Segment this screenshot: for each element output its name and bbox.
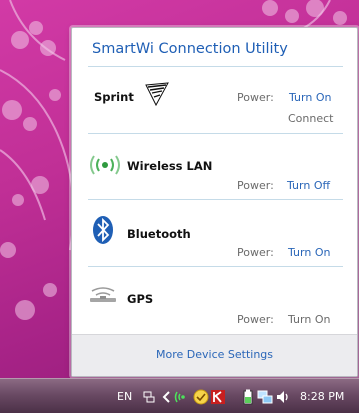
taskbar: EN 8:28 PM [0, 378, 359, 413]
sprint-power-label: Power: [237, 91, 274, 104]
network-icon[interactable] [257, 389, 273, 405]
gps-device-name: GPS [127, 292, 154, 306]
language-indicator[interactable]: EN [117, 390, 132, 403]
bluetooth-separator [88, 266, 343, 267]
smartwi-icon[interactable] [193, 389, 209, 405]
more-device-settings-link[interactable]: More Device Settings [72, 348, 357, 361]
title-separator [88, 66, 343, 67]
bluetooth-device-name: Bluetooth [127, 227, 191, 241]
bluetooth-turn-on-link[interactable]: Turn On [288, 246, 330, 259]
bluetooth-icon [92, 215, 114, 249]
wireless-lan-icon [89, 154, 121, 180]
wireless-signal-icon[interactable] [174, 389, 190, 405]
smartwi-panel: SmartWi Connection Utility Sprint Power:… [71, 27, 358, 377]
sprint-separator [88, 133, 343, 134]
show-hidden-chevron-icon[interactable] [159, 389, 175, 405]
sprint-logo-icon [144, 81, 170, 111]
bluetooth-power-label: Power: [237, 246, 274, 259]
volume-icon[interactable] [275, 389, 291, 405]
gps-turn-on-link[interactable]: Turn On [288, 313, 330, 326]
system-clock[interactable]: 8:28 PM [300, 390, 344, 403]
gps-icon [88, 287, 118, 309]
sprint-device-name: Sprint [94, 90, 134, 104]
wlan-turn-off-link[interactable]: Turn Off [287, 179, 330, 192]
panel-footer: More Device Settings [72, 334, 357, 376]
antivirus-icon[interactable] [210, 389, 226, 405]
wlan-separator [88, 199, 343, 200]
panel-title: SmartWi Connection Utility [92, 41, 288, 57]
sprint-turn-on-link[interactable]: Turn On [289, 91, 331, 104]
wlan-power-label: Power: [237, 179, 274, 192]
gps-power-label: Power: [237, 313, 274, 326]
battery-icon[interactable] [240, 389, 256, 405]
sprint-connect-link[interactable]: Connect [288, 112, 333, 125]
wireless-lan-device-name: Wireless LAN [127, 159, 213, 173]
input-method-icon[interactable] [141, 389, 157, 405]
